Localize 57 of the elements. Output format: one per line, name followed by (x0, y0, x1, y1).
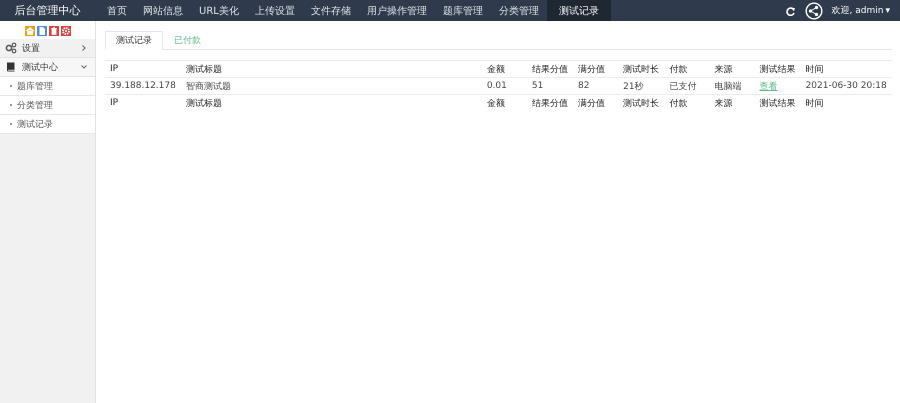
tab[interactable]: 测试记录 (105, 31, 163, 50)
column-footer: 来源 (709, 94, 754, 111)
column-header: 测试时长 (618, 60, 664, 78)
sidebar-item[interactable]: 测试中心 (0, 58, 95, 77)
column-footer: 测试时长 (618, 94, 664, 111)
column-header: 结果分值 (526, 60, 574, 78)
column-footer: 金额 (482, 94, 527, 111)
chevron-icon (80, 44, 88, 52)
nav-tab[interactable]: 首页 (99, 0, 135, 21)
nav-tab[interactable]: 上传设置 (246, 0, 303, 21)
user-menu[interactable]: 欢迎, admin ▾ (832, 4, 890, 17)
sidebar-subitem[interactable]: 测试记录 (0, 115, 95, 134)
column-header: IP (105, 60, 182, 78)
table-cell: 39.188.12.178 (105, 78, 182, 94)
column-footer: 测试标题 (181, 94, 482, 111)
refresh-icon (784, 5, 796, 16)
column-header: 付款 (664, 60, 710, 78)
nav-tab[interactable]: 用户操作管理 (358, 0, 435, 21)
toolbar-button[interactable] (60, 26, 70, 36)
table-cell: 0.01 (482, 78, 527, 94)
nav-tab[interactable]: 题库管理 (434, 0, 491, 21)
column-footer: 结果分值 (526, 94, 574, 111)
toolbar-button[interactable] (36, 26, 46, 36)
app-title: 后台管理中心 (14, 3, 82, 19)
column-header: 金额 (482, 60, 527, 78)
column-footer: 时间 (800, 94, 892, 111)
sidebar-subitem[interactable]: 题库管理 (0, 77, 95, 96)
nav-tab[interactable]: 文件存储 (302, 0, 359, 21)
column-footer: 付款 (664, 94, 710, 111)
table-cell: 已支付 (664, 78, 710, 94)
book-icon (5, 61, 17, 73)
column-header: 时间 (800, 60, 892, 78)
column-header: 测试标题 (181, 60, 482, 78)
nav-tab[interactable]: 网站信息 (135, 0, 191, 21)
column-footer: 满分值 (573, 94, 618, 111)
column-header: 测试结果 (754, 60, 801, 78)
table-cell: 智商测试题 (181, 78, 482, 94)
toolbar-button[interactable] (48, 26, 58, 36)
trash-icon (48, 26, 58, 36)
sidebar-subitem[interactable]: 分类管理 (0, 96, 95, 115)
table-cell: 82 (573, 78, 618, 94)
home-icon (24, 26, 34, 36)
table-cell: 51 (526, 78, 574, 94)
nav-tab[interactable]: 测试记录 (546, 0, 611, 21)
nav-tab[interactable]: 分类管理 (490, 0, 547, 21)
table-cell: 21秒 (618, 78, 664, 94)
column-footer: IP (105, 94, 182, 111)
file-icon (36, 26, 46, 36)
column-header: 来源 (709, 60, 754, 78)
nav-tab[interactable]: URL美化 (191, 0, 247, 21)
gears-icon (5, 42, 17, 54)
settings-icon (60, 26, 70, 36)
table-cell: 电脑端 (709, 78, 754, 94)
chevron-icon (80, 63, 88, 71)
column-footer: 测试结果 (754, 94, 801, 111)
column-header: 满分值 (573, 60, 618, 78)
table-cell: 2021-06-30 20:18 (800, 78, 892, 94)
